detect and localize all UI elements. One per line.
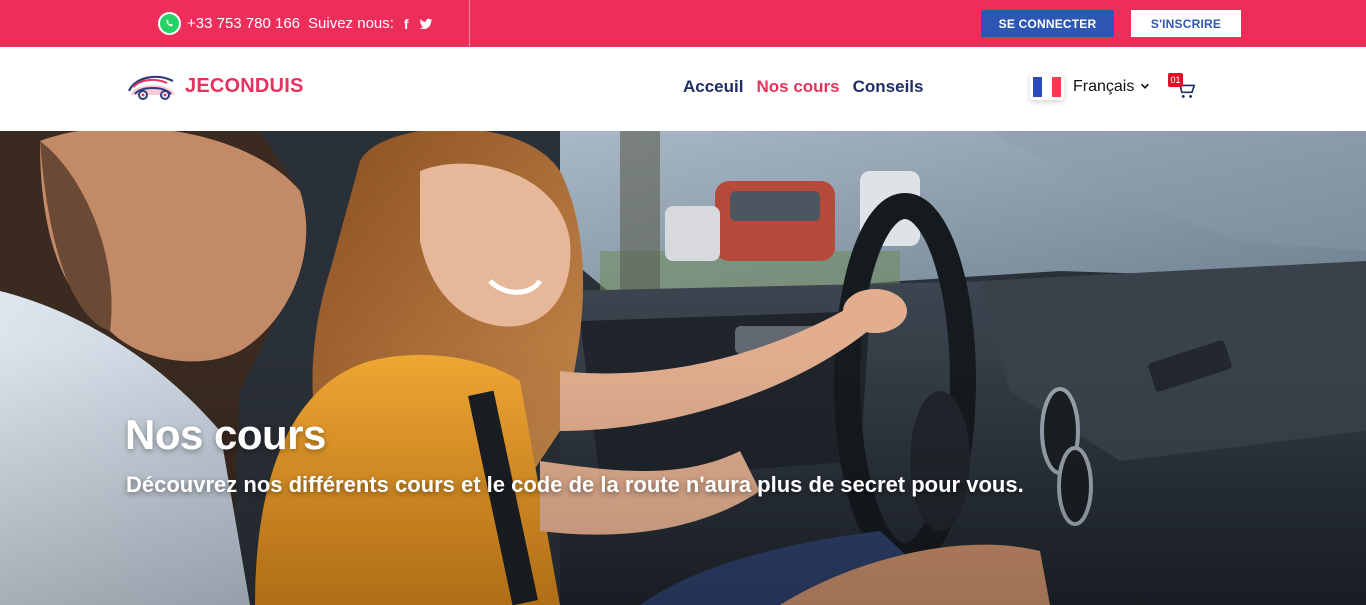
cart-count-badge: 01 <box>1168 73 1183 87</box>
logo-text: JECONDUIS <box>185 74 304 97</box>
signup-button[interactable]: S'INSCRIRE <box>1131 10 1241 37</box>
phone-number[interactable]: +33 753 780 166 <box>187 15 300 32</box>
car-logo-icon <box>127 75 175 100</box>
contact-info: +33 753 780 166 Suivez nous: f <box>158 12 443 35</box>
login-button[interactable]: SE CONNECTER <box>981 10 1114 37</box>
hero-title: Nos cours <box>125 411 326 458</box>
facebook-icon[interactable]: f <box>404 16 409 32</box>
main-nav: Acceuil Nos cours Conseils <box>683 77 936 97</box>
hero-subtitle: Découvrez nos différents cours et le cod… <box>126 472 1024 497</box>
nav-item-acceuil[interactable]: Acceuil <box>683 77 743 97</box>
top-bar: +33 753 780 166 Suivez nous: f SE CONNEC… <box>0 0 1366 47</box>
hero-banner: Nos cours Découvrez nos différents cours… <box>0 131 1366 605</box>
france-flag-icon <box>1030 74 1064 100</box>
twitter-icon[interactable] <box>419 17 433 31</box>
hero-overlay <box>0 131 1366 605</box>
cart-button[interactable]: 01 <box>1168 73 1199 101</box>
language-label: Français <box>1073 78 1135 95</box>
logo[interactable]: JECONDUIS <box>125 69 304 103</box>
whatsapp-icon[interactable] <box>158 12 181 35</box>
follow-label: Suivez nous: <box>308 15 394 32</box>
topbar-divider <box>469 0 470 47</box>
nav-item-nos-cours[interactable]: Nos cours <box>756 77 839 97</box>
language-selector[interactable]: Français <box>1030 74 1150 100</box>
chevron-down-icon <box>1140 78 1150 96</box>
main-header: JECONDUIS Acceuil Nos cours Conseils Fra… <box>0 47 1366 131</box>
nav-item-conseils[interactable]: Conseils <box>853 77 924 97</box>
